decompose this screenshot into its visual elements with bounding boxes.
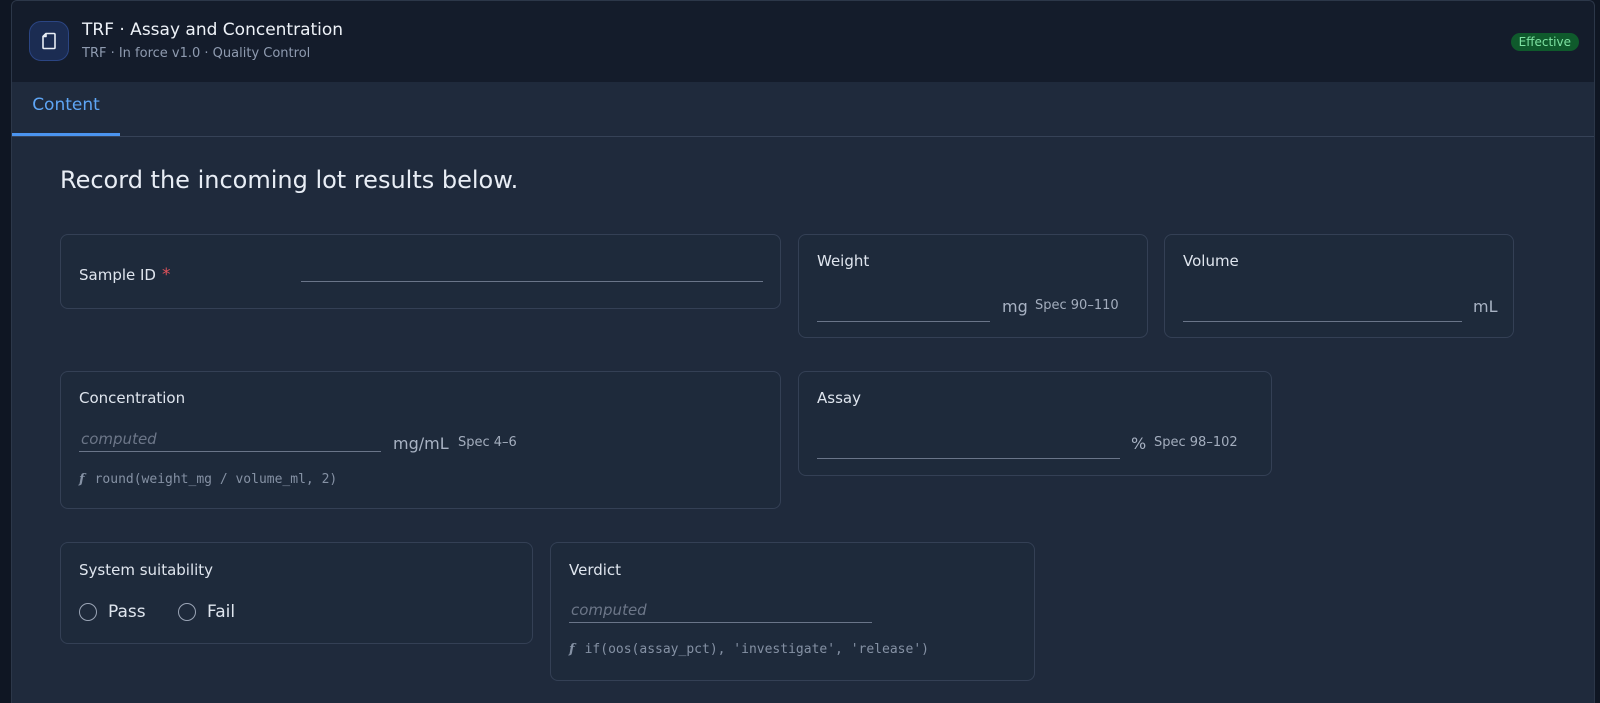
- weight-spec: Spec 90–110: [1035, 298, 1119, 313]
- sample-id-input[interactable]: [301, 256, 763, 282]
- volume-input[interactable]: [1183, 296, 1462, 322]
- concentration-input[interactable]: [79, 426, 381, 452]
- required-marker: *: [162, 265, 171, 285]
- system-suitability-label: System suitability: [79, 561, 214, 579]
- radio-pass[interactable]: Pass: [79, 602, 146, 622]
- concentration-spec: Spec 4–6: [458, 435, 517, 450]
- assay-label: Assay: [817, 389, 861, 407]
- function-icon: f: [79, 472, 85, 487]
- sample-id-card: Sample ID *: [60, 234, 781, 309]
- weight-input[interactable]: [817, 296, 990, 322]
- function-icon: f: [569, 642, 575, 657]
- status-badge: Effective: [1510, 33, 1579, 51]
- verdict-card: Verdict f if(oos(assay_pct), 'investigate…: [550, 542, 1035, 681]
- assay-card: Assay % Spec 98–102: [798, 371, 1272, 476]
- formula-text: if(oos(assay_pct), 'investigate', 'relea…: [584, 642, 929, 657]
- page-title: TRF · Assay and Concentration: [82, 20, 344, 40]
- weight-card: Weight mg Spec 90–110: [798, 234, 1148, 338]
- volume-card: Volume mL: [1164, 234, 1514, 338]
- verdict-input[interactable]: [569, 597, 872, 623]
- tab-bar: Content: [12, 82, 1594, 137]
- radio-pass-label: Pass: [108, 602, 146, 622]
- system-suitability-card: System suitability Pass Fail: [60, 542, 533, 644]
- assay-input[interactable]: [817, 433, 1120, 459]
- sample-id-label-text: Sample ID: [79, 266, 156, 284]
- tab-content[interactable]: Content: [12, 82, 120, 136]
- verdict-label: Verdict: [569, 561, 622, 579]
- verdict-formula: f if(oos(assay_pct), 'investigate', 'rele…: [569, 642, 929, 657]
- sample-id-label: Sample ID *: [79, 265, 171, 285]
- form-window: TRF · Assay and Concentration TRF · In f…: [11, 0, 1595, 703]
- intro-text: Record the incoming lot results below.: [60, 166, 519, 194]
- assay-unit: %: [1131, 434, 1147, 453]
- concentration-label: Concentration: [79, 389, 186, 407]
- document-icon: [29, 21, 69, 61]
- concentration-formula: f round(weight_mg / volume_ml, 2): [79, 472, 337, 487]
- radio-circle[interactable]: [178, 603, 196, 621]
- page-subtitle: TRF · In force v1.0 · Quality Control: [82, 46, 311, 61]
- weight-unit: mg: [1002, 297, 1028, 316]
- volume-unit: mL: [1473, 297, 1498, 316]
- radio-circle[interactable]: [79, 603, 97, 621]
- header-bar: TRF · Assay and Concentration TRF · In f…: [12, 1, 1594, 82]
- formula-text: round(weight_mg / volume_ml, 2): [94, 472, 338, 487]
- weight-label: Weight: [817, 252, 870, 270]
- volume-label: Volume: [1183, 252, 1239, 270]
- concentration-card: Concentration mg/mL Spec 4–6 f round(weig…: [60, 371, 781, 509]
- assay-spec: Spec 98–102: [1154, 435, 1238, 450]
- concentration-unit: mg/mL: [393, 434, 449, 453]
- radio-fail-label: Fail: [207, 602, 236, 622]
- radio-fail[interactable]: Fail: [178, 602, 235, 622]
